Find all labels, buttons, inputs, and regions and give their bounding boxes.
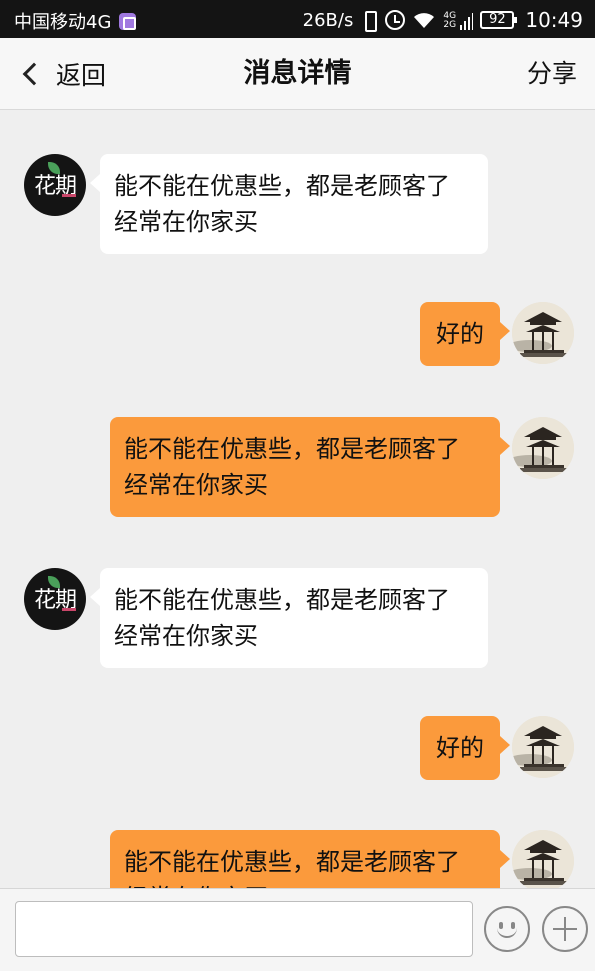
message-line: 能不能在优惠些，都是老顾客了 bbox=[124, 848, 460, 876]
back-label: 返回 bbox=[56, 61, 107, 90]
outgoing-message-bubble[interactable]: 能不能在优惠些，都是老顾客了 经常在你家买 bbox=[110, 417, 510, 517]
logo-accent bbox=[62, 194, 76, 197]
shop-avatar-text: 花期 bbox=[33, 588, 77, 613]
net-speed: 26B/s bbox=[302, 9, 354, 31]
user-avatar[interactable] bbox=[512, 830, 574, 888]
message-line: 经常在你家买 bbox=[114, 208, 258, 236]
message-list[interactable]: 花期 能不能在优惠些，都是老顾客了 经常在你家买 好的 能不能在优惠些，都是老顾… bbox=[0, 110, 595, 888]
network-type-label: 4G 2G bbox=[443, 12, 456, 30]
battery-icon: 92 bbox=[480, 11, 518, 29]
message-line: 经常在你家买 bbox=[114, 622, 258, 650]
status-left: 中国移动4G bbox=[14, 8, 137, 34]
pagoda-image bbox=[512, 716, 574, 778]
message-line: 经常在你家买 bbox=[124, 471, 268, 499]
user-avatar[interactable] bbox=[512, 302, 574, 364]
back-chevron-icon bbox=[22, 62, 46, 86]
screen: 中国移动4G 26B/s 4G 2G 92 10:49 返回 消息详情 分享 花… bbox=[0, 0, 595, 971]
message-input[interactable] bbox=[15, 901, 473, 957]
shop-avatar[interactable]: 花期 bbox=[24, 568, 86, 630]
outgoing-message-bubble[interactable]: 能不能在优惠些，都是老顾客了 经常在你家买 bbox=[110, 830, 510, 888]
status-bar: 中国移动4G 26B/s 4G 2G 92 10:49 bbox=[0, 0, 595, 38]
pagoda-image bbox=[512, 417, 574, 479]
vibrate-icon bbox=[360, 10, 378, 32]
wifi-icon bbox=[414, 13, 435, 28]
shop-avatar[interactable]: 花期 bbox=[24, 154, 86, 216]
pagoda-image bbox=[512, 302, 574, 364]
status-time: 10:49 bbox=[525, 8, 583, 32]
user-avatar[interactable] bbox=[512, 417, 574, 479]
plus-icon-vertical bbox=[564, 917, 566, 941]
back-button[interactable]: 返回 bbox=[18, 38, 106, 110]
outgoing-message-bubble[interactable]: 好的 bbox=[420, 302, 510, 366]
network-label-2g: 2G bbox=[443, 20, 457, 30]
message-line: 好的 bbox=[436, 320, 484, 348]
message-line: 能不能在优惠些，都是老顾客了 bbox=[114, 172, 450, 200]
message-line: 好的 bbox=[436, 734, 484, 762]
incoming-message-bubble[interactable]: 能不能在优惠些，都是老顾客了 经常在你家买 bbox=[90, 568, 488, 668]
plus-button[interactable] bbox=[542, 906, 588, 952]
status-right: 26B/s 4G 2G 92 10:49 bbox=[303, 8, 583, 32]
alarm-icon bbox=[385, 10, 406, 30]
message-line: 经常在你家买 bbox=[124, 880, 486, 888]
user-avatar[interactable] bbox=[512, 716, 574, 778]
signal-icon: 4G 2G bbox=[443, 10, 474, 30]
app-notification-icon bbox=[119, 12, 137, 30]
logo-accent bbox=[62, 608, 76, 611]
input-bar bbox=[0, 888, 595, 971]
incoming-message-bubble[interactable]: 能不能在优惠些，都是老顾客了 经常在你家买 bbox=[90, 154, 488, 254]
emoji-button[interactable] bbox=[484, 906, 530, 952]
carrier-name: 中国移动4G bbox=[14, 12, 112, 33]
message-line: 能不能在优惠些，都是老顾客了 bbox=[124, 435, 460, 463]
nav-bar: 返回 消息详情 分享 bbox=[0, 38, 595, 110]
outgoing-message-bubble[interactable]: 好的 bbox=[420, 716, 510, 780]
share-button[interactable]: 分享 bbox=[527, 38, 577, 110]
message-line: 能不能在优惠些，都是老顾客了 bbox=[114, 586, 450, 614]
emoji-icon-mouth bbox=[497, 924, 517, 938]
shop-avatar-text: 花期 bbox=[33, 174, 77, 199]
pagoda-image bbox=[512, 830, 574, 888]
